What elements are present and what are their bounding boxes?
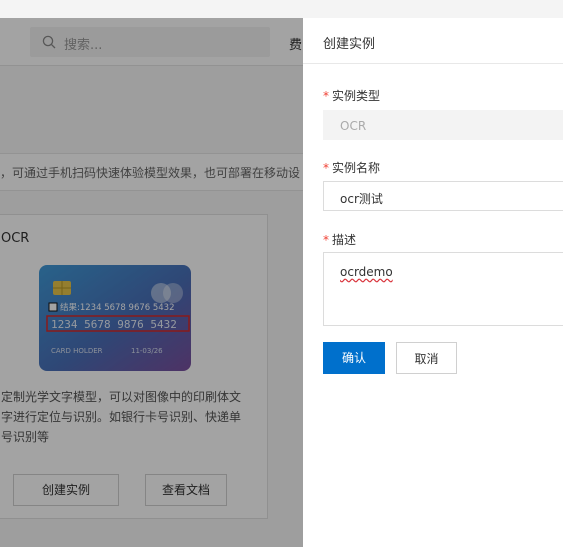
required-mark: *: [323, 89, 329, 103]
description-value: ocrdemo: [340, 265, 393, 279]
description-label: * 描述: [323, 231, 356, 248]
instance-type-field: OCR: [323, 110, 563, 140]
confirm-button[interactable]: 确认: [323, 342, 385, 374]
description-textarea[interactable]: ocrdemo: [323, 252, 563, 326]
drawer-header: 创建实例: [303, 18, 563, 64]
cancel-button[interactable]: 取消: [396, 342, 457, 374]
instance-type-label-text: 实例类型: [332, 89, 381, 103]
description-label-text: 描述: [332, 233, 357, 247]
create-instance-drawer: 创建实例 * 实例类型 OCR * 实例名称 ocr测试 * 描述 ocrdemo 确…: [303, 18, 563, 547]
overlay-mask[interactable]: [0, 18, 303, 547]
required-mark: *: [323, 233, 329, 247]
instance-name-label-text: 实例名称: [332, 161, 381, 175]
instance-name-value: ocr测试: [340, 192, 383, 206]
required-mark: *: [323, 161, 329, 175]
drawer-title: 创建实例: [323, 37, 376, 52]
instance-name-input[interactable]: ocr测试: [323, 181, 563, 211]
instance-type-value: OCR: [340, 119, 367, 133]
instance-type-label: * 实例类型: [323, 87, 380, 104]
instance-name-label: * 实例名称: [323, 159, 380, 176]
